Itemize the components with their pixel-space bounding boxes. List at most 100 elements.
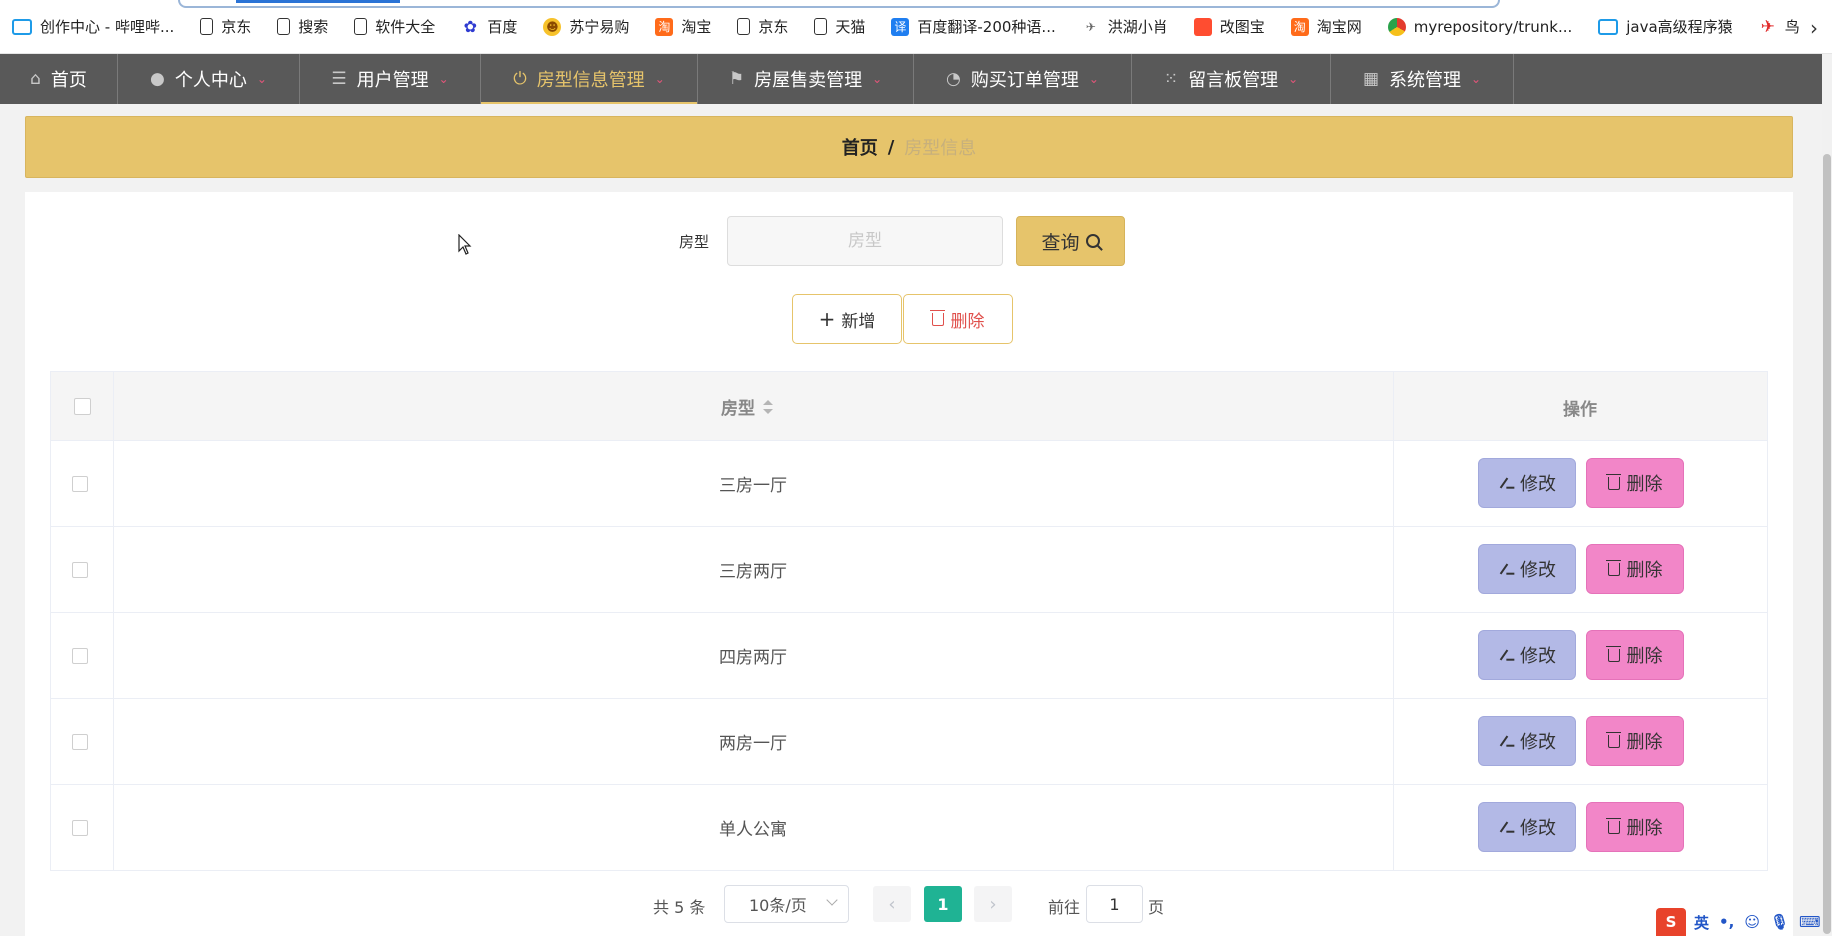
bookmark-label: 百度 (487, 18, 518, 36)
bookmark-label: 创作中心 - 哔哩哔... (40, 18, 175, 36)
delete-button-label: 删除 (1626, 560, 1663, 581)
sogou-logo-icon[interactable]: S (1656, 908, 1686, 936)
nav-item-label: 购买订单管理 (970, 70, 1079, 91)
ime-punct-icon[interactable]: •, (1719, 913, 1734, 931)
bookmark-item[interactable]: ✈ 鸟 (1759, 16, 1800, 37)
nav-item[interactable]: ⁙ 留言板管理 ⌄ (1132, 54, 1331, 104)
next-page-button[interactable]: › (974, 886, 1012, 922)
nav-item[interactable]: ◔ 购买订单管理 ⌄ (914, 54, 1132, 104)
nav-item[interactable]: ⏻ 房型信息管理 ⌄ (481, 54, 698, 104)
scrollbar-thumb[interactable] (1823, 154, 1831, 934)
bookmark-label: 淘宝网 (1316, 18, 1362, 36)
table-row: 单人公寓 修改 删除 (51, 785, 1767, 871)
breadcrumb: 首页 / 房型信息 (25, 116, 1793, 178)
bookmark-item[interactable]: ✈ 洪湖小肖 (1082, 16, 1168, 37)
bookmark-item[interactable]: 译百度翻译-200种语... (891, 16, 1056, 37)
breadcrumb-home[interactable]: 首页 (842, 134, 878, 160)
baidu-icon: ✿ (463, 17, 478, 36)
edit-button[interactable]: 修改 (1478, 716, 1576, 766)
bookmark-item[interactable]: ☻ 苏宁易购 (543, 16, 629, 37)
nav-item[interactable]: ▦ 系统管理 ⌄ (1331, 54, 1514, 104)
ime-emoji-icon[interactable]: ☺ (1744, 913, 1760, 931)
ime-lang-icon[interactable]: 英 (1694, 912, 1709, 933)
page-size-select[interactable]: 10条/页 (724, 885, 849, 923)
edit-button-label: 修改 (1520, 560, 1556, 581)
sort-icon[interactable] (763, 399, 773, 415)
edit-button[interactable]: 修改 (1478, 630, 1576, 680)
edit-button[interactable]: 修改 (1478, 802, 1576, 852)
nav-item[interactable]: ⌂ 首页 (0, 54, 118, 104)
suning-icon: ☻ (543, 17, 562, 36)
vertical-scrollbar[interactable] (1822, 54, 1832, 936)
edit-button[interactable]: 修改 (1478, 544, 1576, 594)
bookmark-item[interactable]: 淘淘宝网 (1290, 16, 1362, 37)
select-all-checkbox[interactable] (74, 398, 91, 415)
apps-icon: ▦ (1362, 69, 1379, 89)
row-checkbox[interactable] (72, 734, 88, 750)
bilibili-icon (12, 18, 32, 35)
page-icon (354, 18, 368, 35)
bookmark-label: 改图宝 (1219, 18, 1265, 36)
delete-button[interactable]: 删除 (1586, 458, 1684, 508)
page-number-current[interactable]: 1 (924, 886, 962, 922)
bookmark-item[interactable]: 创作中心 - 哔哩哔... (12, 16, 174, 37)
delete-button-label: 删除 (1626, 474, 1663, 495)
bookmark-item[interactable]: 淘淘宝 (655, 16, 711, 37)
bookmark-item[interactable]: ✿ 百度 (461, 16, 518, 37)
delete-button[interactable]: 删除 (1586, 802, 1684, 852)
nav-item[interactable]: ☰ 用户管理 ⌄ (300, 54, 481, 104)
row-checkbox[interactable] (72, 476, 88, 492)
delete-button[interactable]: 删除 (1586, 544, 1684, 594)
edit-button-label: 修改 (1520, 732, 1556, 753)
list-icon: ☰ (331, 69, 347, 89)
chrome-icon (1387, 17, 1406, 36)
plus-icon: + (818, 307, 836, 331)
row-checkbox[interactable] (72, 820, 88, 836)
prev-page-button[interactable]: ‹ (873, 886, 911, 922)
delete-button[interactable]: 删除 (1586, 716, 1684, 766)
column-header-type-label: 房型 (721, 399, 755, 419)
nav-item[interactable]: ⚑ 房屋售卖管理 ⌄ (698, 54, 914, 104)
bookmark-label: 搜索 (298, 18, 329, 36)
add-button[interactable]: + 新增 (792, 294, 902, 344)
bookmark-item[interactable]: 软件大全 (354, 16, 435, 37)
bookmark-item[interactable]: 京东 (737, 16, 788, 37)
chevron-down-icon: ⌄ (256, 72, 267, 86)
home-icon: ⌂ (30, 69, 41, 89)
edit-button-label: 修改 (1520, 646, 1556, 667)
row-checkbox[interactable] (72, 562, 88, 578)
bookmark-item[interactable]: 改图宝 (1193, 16, 1265, 37)
bookmark-label: 百度翻译-200种语... (917, 18, 1056, 36)
goto-page-input[interactable] (1086, 885, 1143, 923)
nav-item[interactable]: ● 个人中心 ⌄ (118, 54, 300, 104)
delete-button-label: 删除 (1626, 646, 1663, 667)
edit-icon (1499, 735, 1509, 747)
batch-delete-button[interactable]: 删除 (903, 294, 1013, 344)
edit-button[interactable]: 修改 (1478, 458, 1576, 508)
ime-keyboard-icon[interactable]: ⌨ (1799, 913, 1821, 931)
pagination-total: 共 5 条 (653, 898, 706, 917)
bookmark-item[interactable]: 搜索 (277, 16, 328, 37)
search-icon (1085, 234, 1100, 248)
bookmark-item[interactable]: 京东 (200, 16, 251, 37)
table-row: 三房两厅 修改 删除 (51, 527, 1767, 613)
delete-button[interactable]: 删除 (1586, 630, 1684, 680)
bookmark-item[interactable]: java高级程序猿 (1598, 16, 1733, 37)
page-size-value: 10条/页 (749, 896, 807, 915)
bookmark-item[interactable]: myrepository/trunk... (1387, 17, 1572, 36)
bookmark-item[interactable]: 天猫 (814, 16, 865, 37)
translate-icon: 译 (891, 17, 910, 36)
column-header-type[interactable]: 房型 (721, 394, 773, 419)
bilibili-icon (1598, 18, 1619, 35)
row-checkbox[interactable] (72, 648, 88, 664)
add-button-label: 新增 (841, 311, 876, 332)
page-icon (277, 18, 291, 35)
search-input[interactable] (727, 216, 1003, 266)
breadcrumb-separator: / (887, 136, 895, 158)
edit-icon (1499, 477, 1509, 489)
ime-voice-icon[interactable]: 🎙 (1770, 913, 1789, 931)
trash-icon (929, 309, 945, 326)
bookmarks-more-icon[interactable]: › (1810, 16, 1818, 40)
ime-toolbar: S 英 •, ☺ 🎙 ⌨ (1656, 908, 1832, 936)
query-button[interactable]: 查询 (1016, 216, 1125, 266)
